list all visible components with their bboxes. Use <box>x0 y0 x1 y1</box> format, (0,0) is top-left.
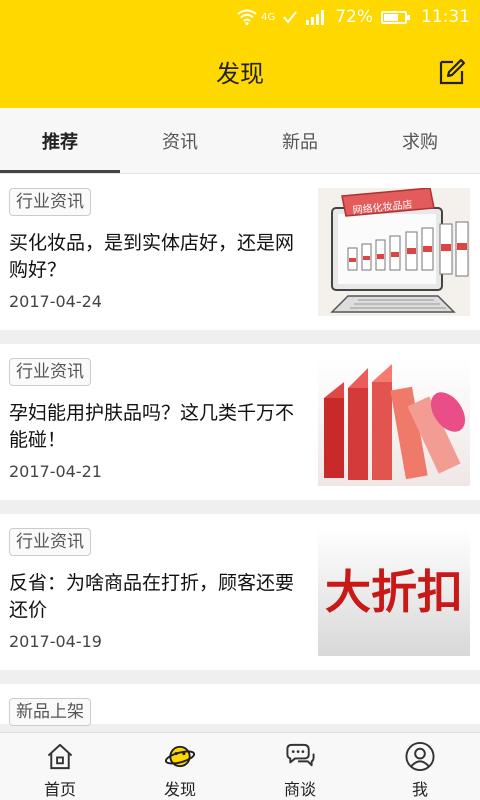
nav-discover-label: 发现 <box>163 780 196 799</box>
article-date: 2017-04-24 <box>9 292 102 311</box>
nav-me-label: 我 <box>411 780 428 799</box>
planet-icon <box>164 745 196 768</box>
article-tag: 新品上架 <box>9 698 91 726</box>
user-icon <box>405 741 435 772</box>
check-icon <box>283 11 297 24</box>
nav-home-label: 首页 <box>43 780 76 799</box>
thumbnail-sale-text: 大折扣 <box>325 565 463 619</box>
article-headline[interactable]: 孕妇能用护肤品吗？这几类千万不能碰！ <box>9 400 305 454</box>
page-title: 发现 <box>216 59 264 88</box>
nav-me[interactable]: 我 <box>360 733 480 800</box>
tab-new-products[interactable]: 新品 <box>240 108 360 173</box>
article-headline[interactable]: 买化妆品，是到实体店好，还是网购好？ <box>9 230 305 284</box>
edit-icon[interactable] <box>436 56 468 88</box>
category-tabs: 推荐 资讯 新品 求购 <box>0 108 480 174</box>
article-thumbnail[interactable]: 大折扣 <box>318 528 470 656</box>
clock: 11:31 <box>421 7 470 27</box>
tab-recommend[interactable]: 推荐 <box>0 108 120 173</box>
battery-percent: 72% <box>335 7 373 27</box>
article-feed: 行业资讯 买化妆品，是到实体店好，还是网购好？ 2017-04-24 网络化妆品… <box>0 174 480 732</box>
chat-icon <box>286 743 315 767</box>
bottom-nav: 首页 发现 商谈 我 <box>0 732 480 800</box>
article-headline[interactable]: 反省：为啥商品在打折，顾客还要还价 <box>9 570 305 624</box>
signal-icon <box>306 10 325 25</box>
status-bar: 4G 72% 11:31 <box>0 0 480 34</box>
battery-icon <box>381 10 410 24</box>
nav-chat[interactable]: 商谈 <box>240 733 360 800</box>
article-tag: 行业资讯 <box>9 528 91 556</box>
article-tag: 行业资讯 <box>9 188 91 216</box>
article-date: 2017-04-19 <box>9 632 102 651</box>
article-tag: 行业资讯 <box>9 358 91 386</box>
nav-discover[interactable]: 发现 <box>120 733 240 800</box>
nav-home[interactable]: 首页 <box>0 733 120 800</box>
network-label: 4G <box>261 11 276 23</box>
tab-purchase[interactable]: 求购 <box>360 108 480 173</box>
nav-chat-label: 商谈 <box>283 780 316 799</box>
home-icon <box>47 743 73 770</box>
app-header: 发现 <box>0 34 480 108</box>
article-card[interactable]: 行业资讯 反省：为啥商品在打折，顾客还要还价 2017-04-19 大折扣 <box>0 514 480 670</box>
article-card[interactable]: 行业资讯 买化妆品，是到实体店好，还是网购好？ 2017-04-24 网络化妆品… <box>0 174 480 330</box>
article-thumbnail[interactable] <box>318 358 470 486</box>
tab-news[interactable]: 资讯 <box>120 108 240 173</box>
article-card[interactable]: 行业资讯 孕妇能用护肤品吗？这几类千万不能碰！ 2017-04-21 <box>0 344 480 500</box>
article-date: 2017-04-21 <box>9 462 102 481</box>
article-thumbnail[interactable]: 网络化妆品店 <box>318 188 470 316</box>
wifi-icon <box>237 9 257 25</box>
battery-fill <box>384 13 398 21</box>
article-card[interactable]: 新品上架 <box>0 684 480 726</box>
